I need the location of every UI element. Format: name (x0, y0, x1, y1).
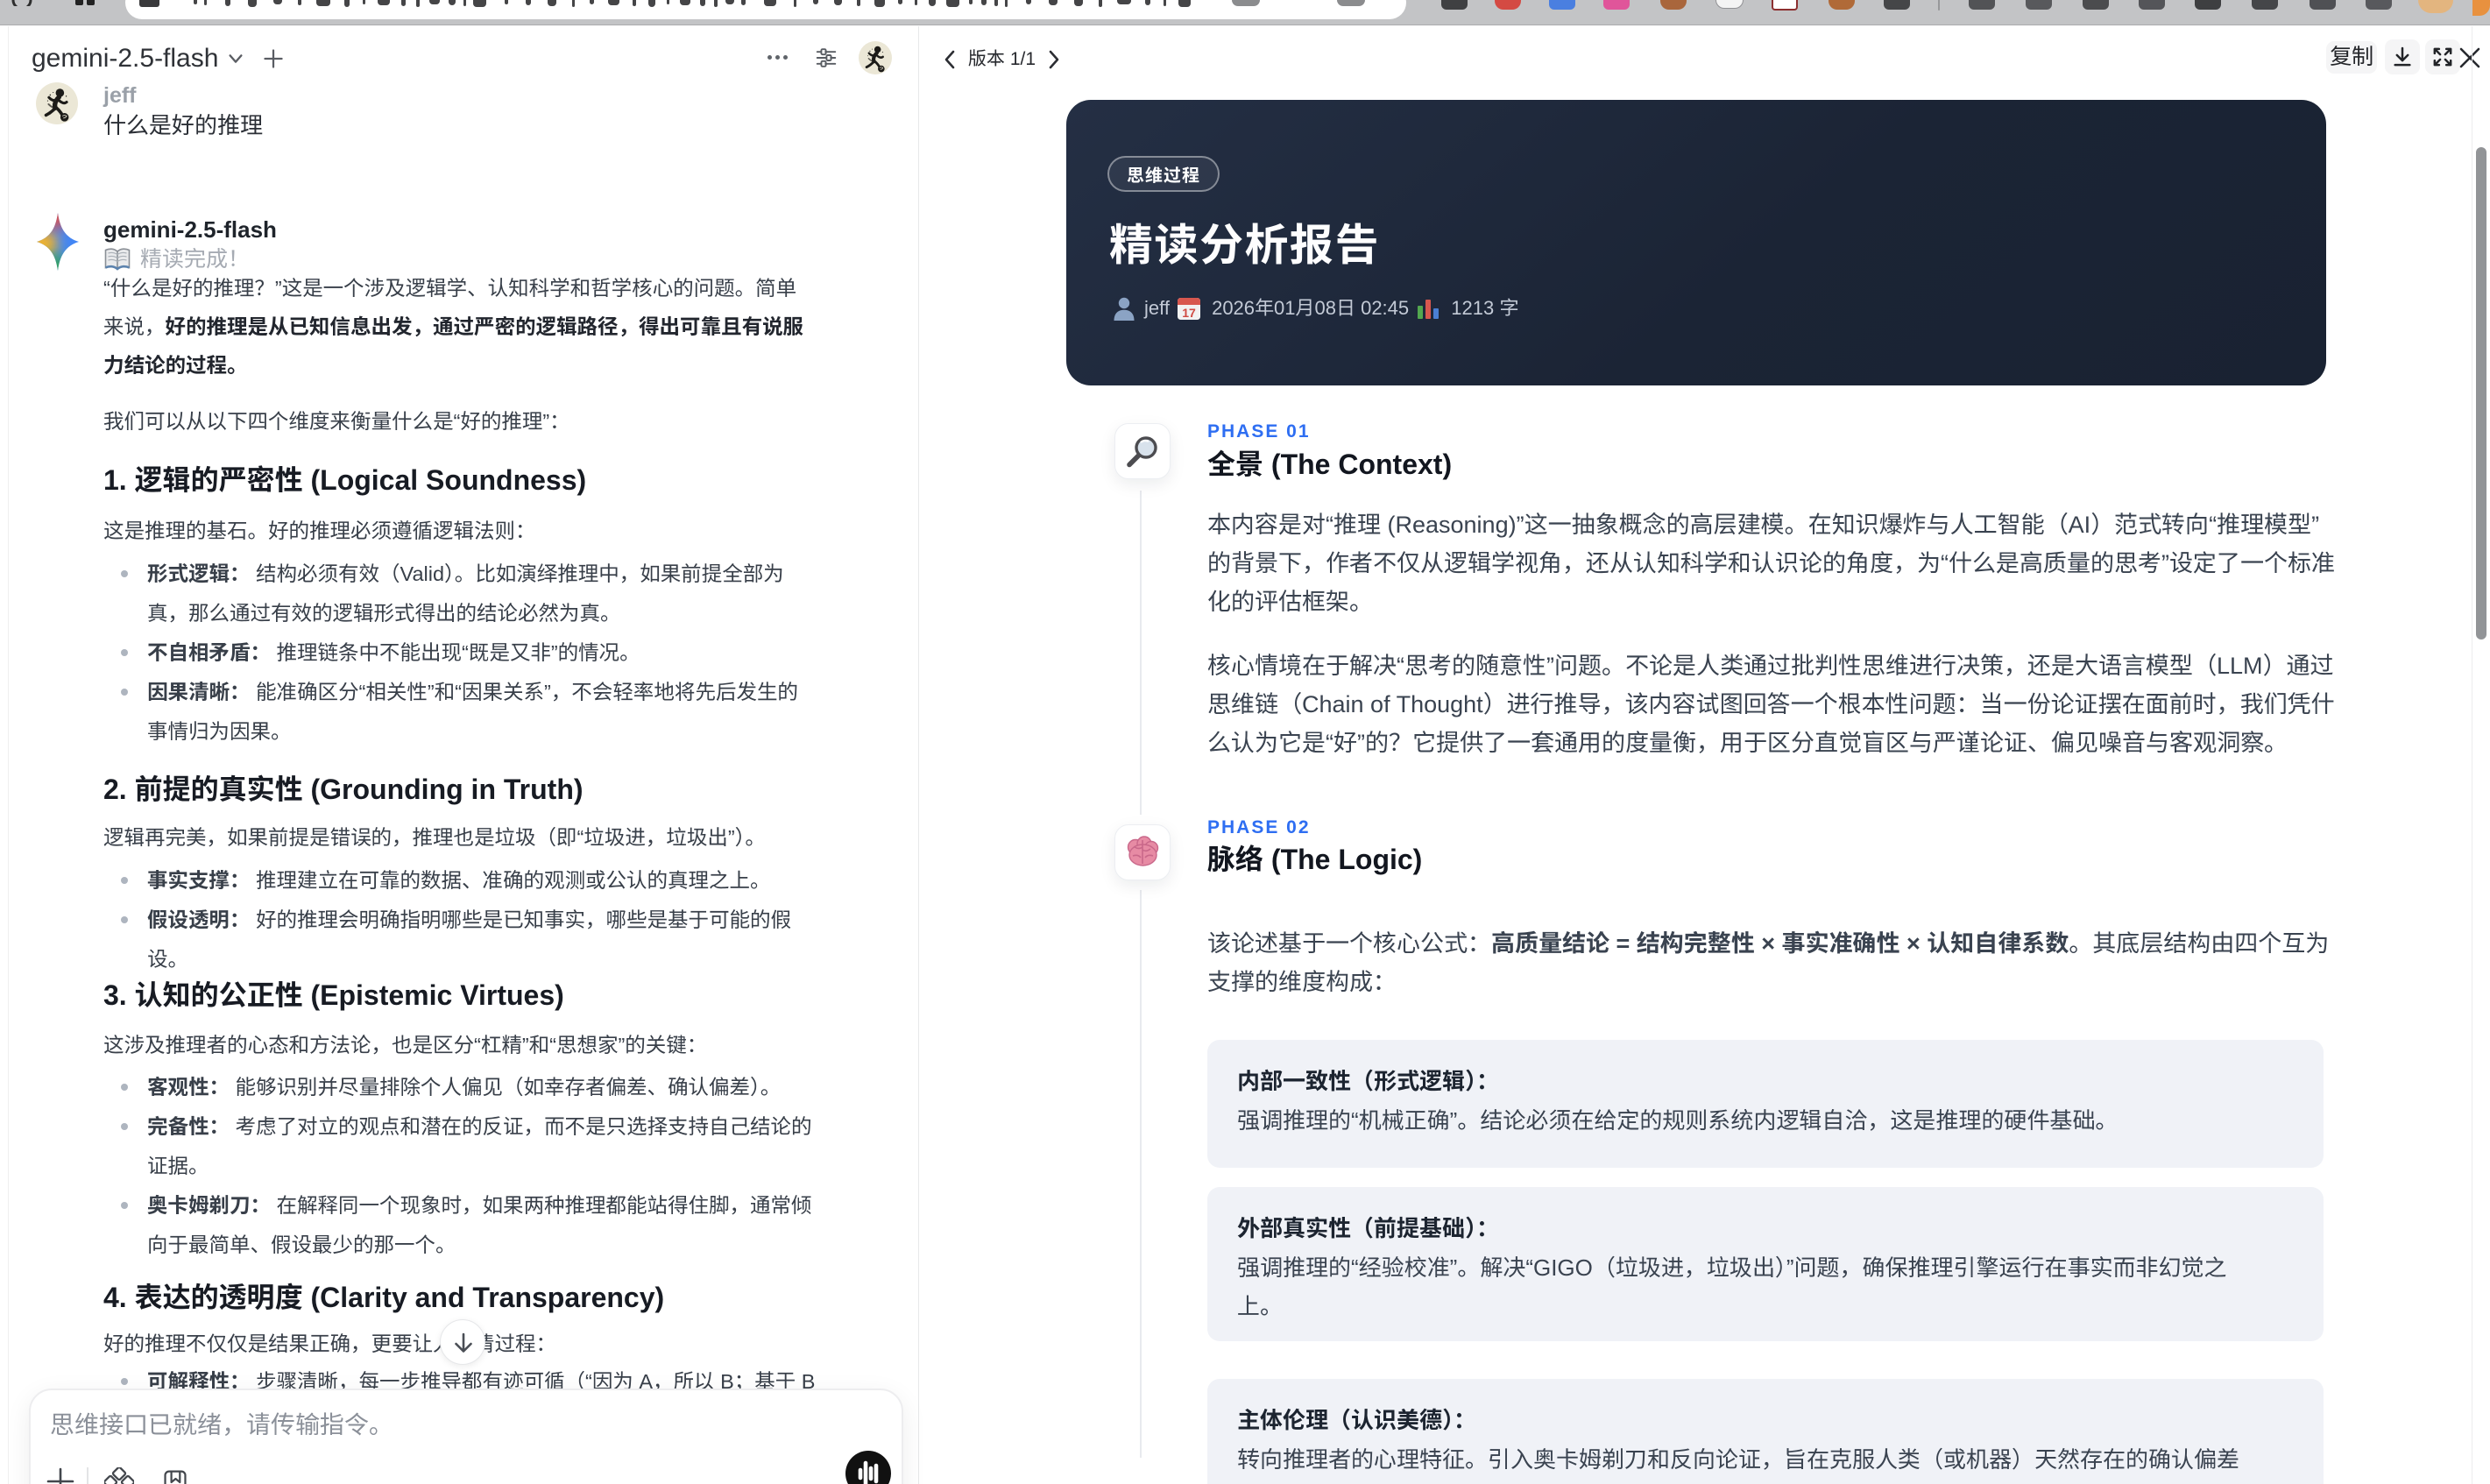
svg-text:17: 17 (1182, 306, 1196, 320)
